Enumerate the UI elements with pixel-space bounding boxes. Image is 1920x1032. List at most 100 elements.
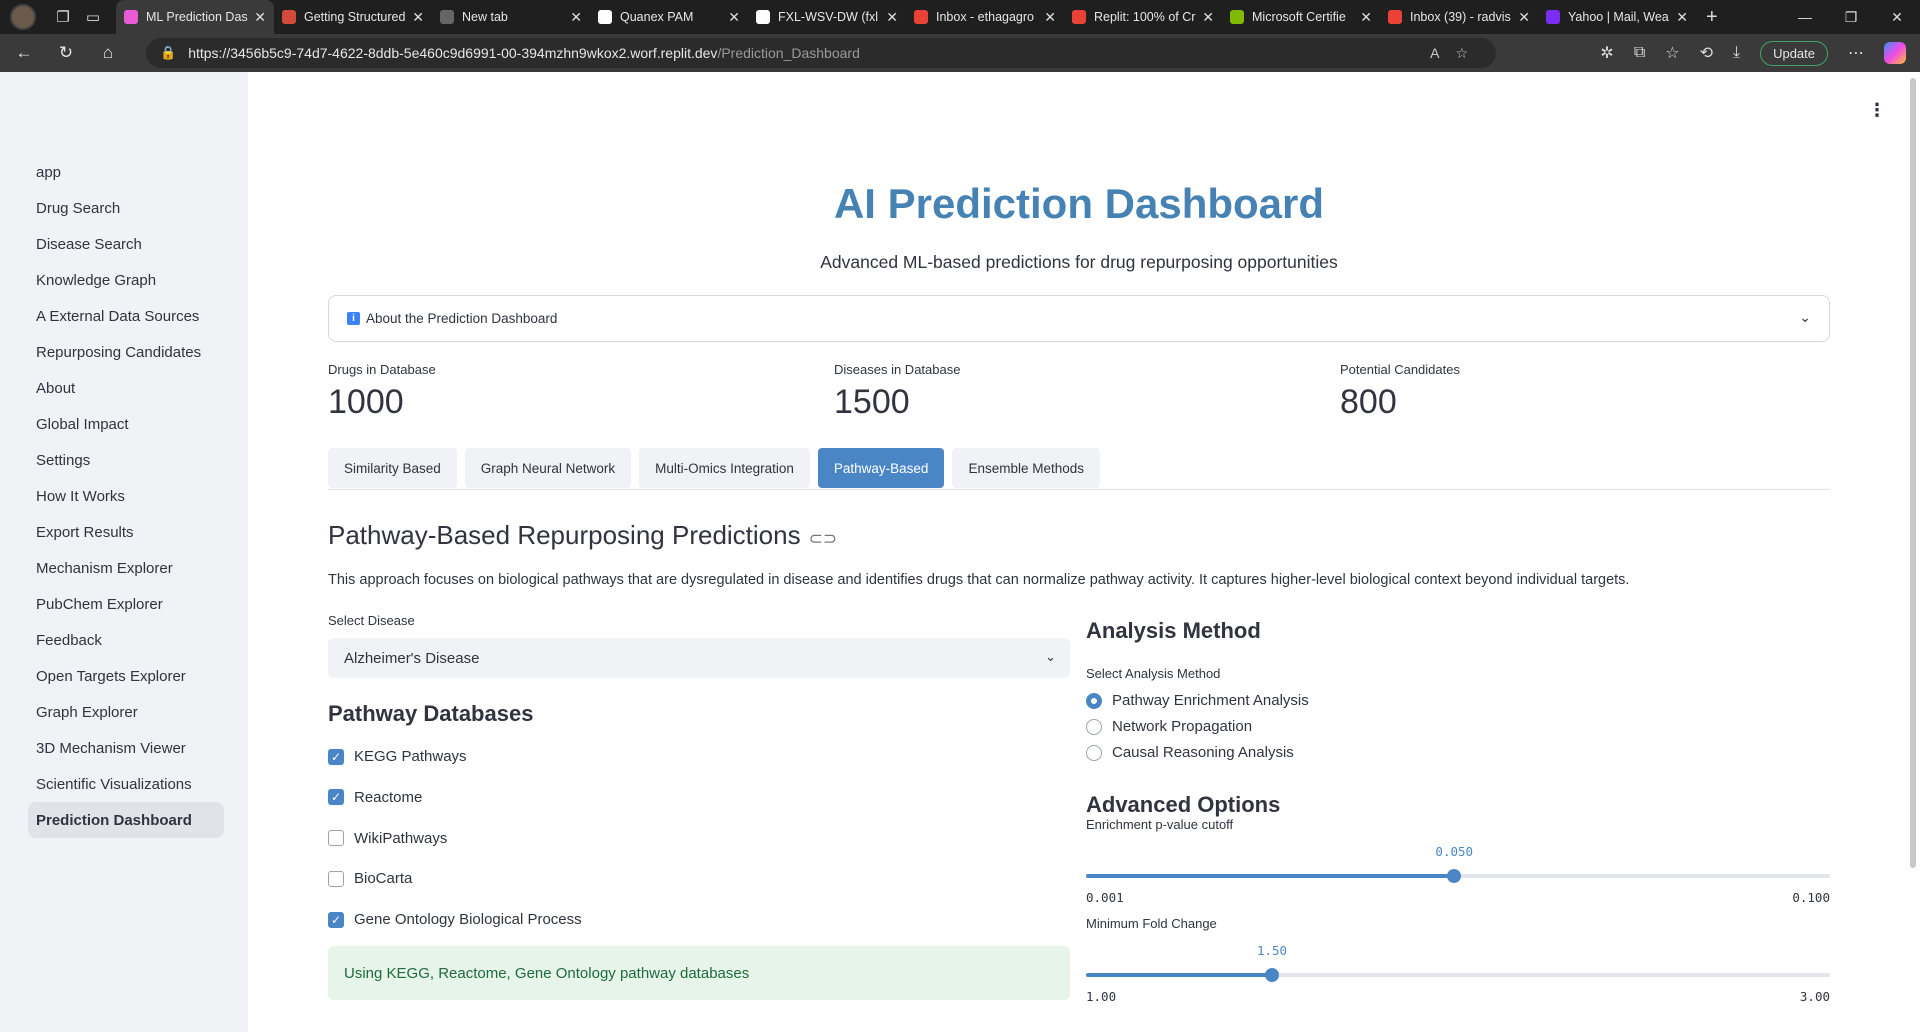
browser-tab[interactable]: Inbox - ethagagro ✕ — [906, 0, 1064, 34]
pathway-db-checkbox[interactable]: ✓ Reactome — [328, 789, 422, 806]
browser-tab[interactable]: Inbox (39) - radvis ✕ — [1380, 0, 1538, 34]
page-scrollbar[interactable] — [1910, 78, 1916, 868]
radio-empty-icon[interactable] — [1086, 718, 1102, 735]
disease-select[interactable]: Alzheimer's Disease ⌄ — [328, 638, 1070, 678]
method-tab[interactable]: Pathway-Based — [817, 448, 945, 488]
streamlit-app: app Drug Search Disease Search Knowledge Gr… — [0, 72, 1920, 1032]
checkbox-checked-icon[interactable]: ✓ — [328, 789, 344, 806]
checkbox-empty-icon[interactable] — [328, 830, 344, 847]
history-icon[interactable]: ⟲ — [1700, 43, 1713, 63]
sidebar-item[interactable]: Scientific Visualizations — [28, 766, 224, 802]
sidebar-item[interactable]: app — [28, 154, 224, 190]
slider-value: 1.50 — [1256, 943, 1288, 958]
copilot-icon[interactable] — [1884, 42, 1906, 64]
home-icon[interactable]: ⌂ — [90, 37, 126, 69]
downloads-icon[interactable]: ⤓ — [1733, 44, 1740, 62]
workspaces-icon[interactable]: ❐ — [48, 2, 78, 32]
browser-tab[interactable]: Quanex PAM ✕ — [590, 0, 748, 34]
sidebar-item[interactable]: About — [28, 370, 224, 406]
expander-label: About the Prediction Dashboard — [366, 311, 558, 326]
metric-diseases: Diseases in Database 1500 — [834, 362, 960, 422]
close-tab-icon[interactable]: ✕ — [1360, 9, 1372, 26]
tab-favicon-icon — [1546, 10, 1560, 24]
browser-tab[interactable]: Microsoft Certifie ✕ — [1222, 0, 1380, 34]
tab-title: Getting Structured — [304, 10, 406, 24]
browser-tab[interactable]: Replit: 100% of Cr ✕ — [1064, 0, 1222, 34]
pathway-db-checkbox[interactable]: ✓ Gene Ontology Biological Process — [328, 911, 582, 928]
analysis-radio[interactable]: Pathway Enrichment Analysis — [1086, 692, 1309, 709]
new-tab-button[interactable]: + — [1706, 6, 1718, 29]
sidebar-item[interactable]: Feedback — [28, 622, 224, 658]
tab-title: ML Prediction Das — [146, 10, 248, 24]
main-menu-icon[interactable]: ⋮ — [1868, 100, 1886, 121]
tab-actions-icon[interactable]: ▭ — [78, 2, 108, 32]
sidebar-item[interactable]: Graph Explorer — [28, 694, 224, 730]
slider-handle[interactable] — [1265, 968, 1279, 982]
checkbox-checked-icon[interactable]: ✓ — [328, 748, 344, 765]
update-button[interactable]: Update — [1760, 40, 1828, 66]
slider-handle[interactable] — [1447, 869, 1462, 883]
anchor-link-icon[interactable]: ⊂⊃ — [809, 529, 838, 548]
back-icon[interactable]: ← — [6, 37, 42, 69]
sidebar-item[interactable]: Knowledge Graph — [28, 262, 224, 298]
profile-avatar[interactable] — [10, 4, 36, 30]
sidebar-item[interactable]: Settings — [28, 442, 224, 478]
close-tab-icon[interactable]: ✕ — [1676, 9, 1688, 26]
favorites-icon[interactable]: ☆ — [1665, 43, 1679, 63]
pathway-db-checkbox[interactable]: ✓ KEGG Pathways — [328, 748, 467, 765]
close-tab-icon[interactable]: ✕ — [1518, 9, 1530, 26]
sidebar-item[interactable]: Global Impact — [28, 406, 224, 442]
slider-min: 1.00 — [1086, 989, 1117, 1004]
sidebar-item[interactable]: Disease Search — [28, 226, 224, 262]
method-tab[interactable]: Ensemble Methods — [952, 448, 1101, 488]
about-expander[interactable]: i About the Prediction Dashboard ⌄ — [328, 295, 1830, 342]
more-tools-icon[interactable]: ⋯ — [1848, 43, 1864, 63]
extensions-puzzle-icon[interactable]: ⧉ — [1634, 44, 1645, 62]
close-tab-icon[interactable]: ✕ — [1202, 9, 1214, 26]
slider[interactable]: 1.50 1.00 3.00 — [1086, 943, 1830, 1004]
close-tab-icon[interactable]: ✕ — [1044, 9, 1056, 26]
sidebar-item[interactable]: Prediction Dashboard — [28, 802, 224, 838]
method-tab[interactable]: Similarity Based — [328, 448, 457, 488]
checkbox-checked-icon[interactable]: ✓ — [328, 911, 344, 928]
radio-selected-icon[interactable] — [1086, 692, 1102, 709]
close-tab-icon[interactable]: ✕ — [412, 9, 424, 26]
refresh-icon[interactable]: ↻ — [48, 37, 84, 69]
sidebar-item[interactable]: PubChem Explorer — [28, 586, 224, 622]
sidebar-item[interactable]: 3D Mechanism Viewer — [28, 730, 224, 766]
close-tab-icon[interactable]: ✕ — [728, 9, 740, 26]
extension-icon[interactable]: ✲ — [1600, 43, 1613, 63]
sidebar-item[interactable]: Drug Search — [28, 190, 224, 226]
browser-tab[interactable]: FXL-WSV-DW (fxl ✕ — [748, 0, 906, 34]
sidebar-item[interactable]: A External Data Sources — [28, 298, 224, 334]
lock-icon[interactable]: 🔒 — [160, 45, 176, 61]
close-tab-icon[interactable]: ✕ — [570, 9, 582, 26]
minimize-icon[interactable]: — — [1782, 0, 1828, 34]
sidebar-item[interactable]: Mechanism Explorer — [28, 550, 224, 586]
slider[interactable]: 0.050 0.001 0.100 — [1086, 844, 1830, 905]
restore-icon[interactable]: ❐ — [1828, 0, 1874, 34]
pathway-db-checkbox[interactable]: BioCarta — [328, 870, 412, 887]
close-window-icon[interactable]: ✕ — [1874, 0, 1920, 34]
slider-max: 0.100 — [1792, 890, 1830, 905]
radio-empty-icon[interactable] — [1086, 744, 1102, 761]
sidebar-item[interactable]: Open Targets Explorer — [28, 658, 224, 694]
browser-tab[interactable]: Yahoo | Mail, Wea ✕ — [1538, 0, 1696, 34]
browser-tab[interactable]: Getting Structured ✕ — [274, 0, 432, 34]
browser-tab[interactable]: New tab ✕ — [432, 0, 590, 34]
url-field[interactable]: 🔒 https://3456b5c9-74d7-4622-8ddb-5e460c… — [146, 38, 1496, 68]
analysis-radio[interactable]: Causal Reasoning Analysis — [1086, 744, 1294, 761]
sidebar-item[interactable]: Export Results — [28, 514, 224, 550]
sidebar-item[interactable]: How It Works — [28, 478, 224, 514]
sidebar-item[interactable]: Repurposing Candidates — [28, 334, 224, 370]
close-tab-icon[interactable]: ✕ — [254, 9, 266, 26]
pathway-db-checkbox[interactable]: WikiPathways — [328, 830, 447, 847]
checkbox-empty-icon[interactable] — [328, 870, 344, 887]
metric-value: 1000 — [328, 383, 404, 421]
method-tab[interactable]: Graph Neural Network — [464, 448, 632, 488]
method-tab[interactable]: Multi-Omics Integration — [639, 448, 810, 488]
analysis-radio[interactable]: Network Propagation — [1086, 718, 1252, 735]
browser-tab[interactable]: ML Prediction Das ✕ — [116, 0, 274, 34]
read-aloud-favorite-icons[interactable]: A☆ — [1430, 45, 1484, 62]
close-tab-icon[interactable]: ✕ — [886, 9, 898, 26]
